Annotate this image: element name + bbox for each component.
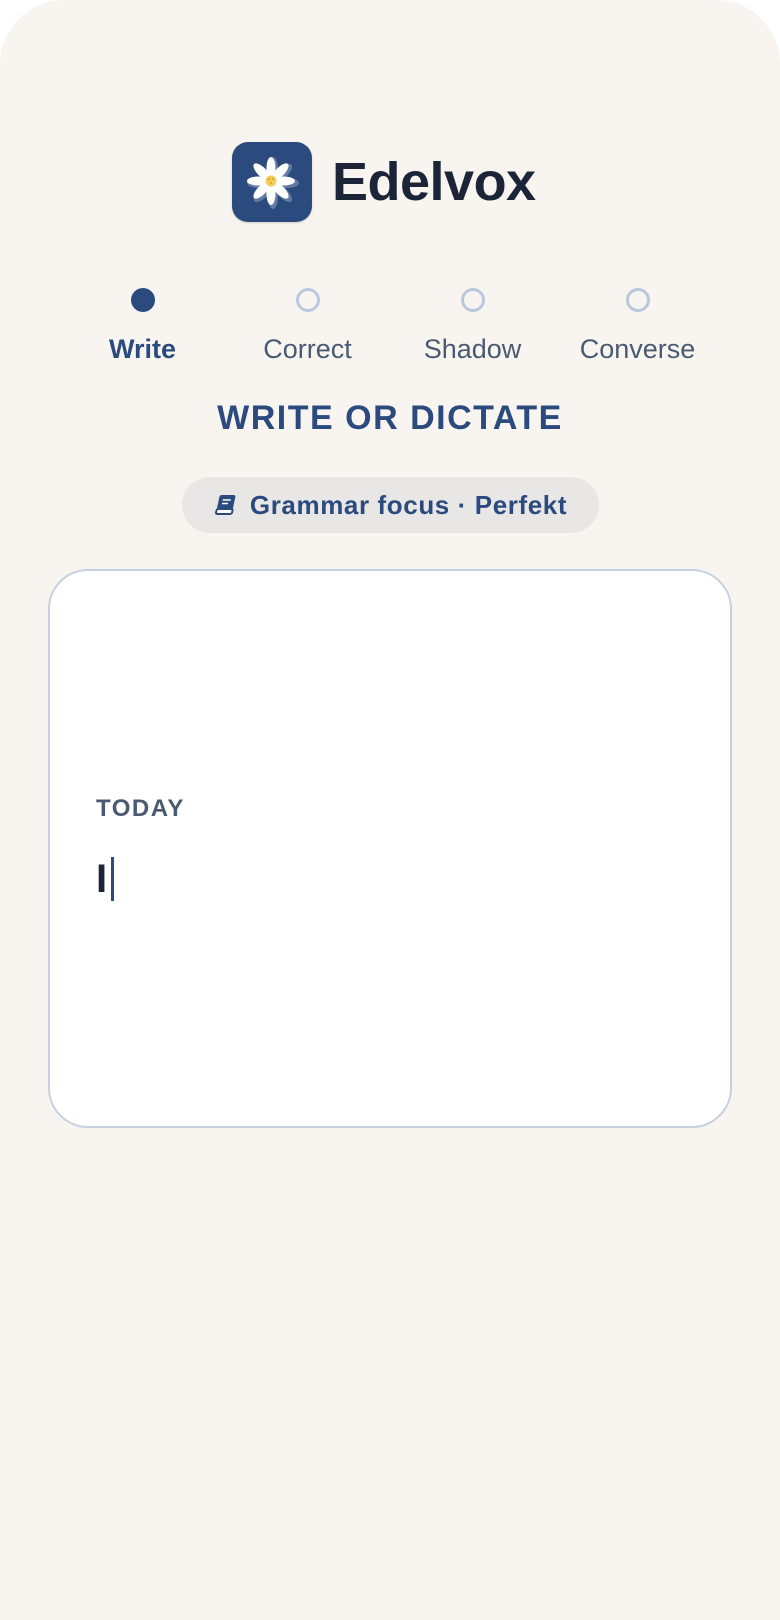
grammar-focus-label: Grammar focus · Perfekt <box>249 489 568 520</box>
step-converse[interactable]: Converse <box>555 288 720 363</box>
entry-text-input[interactable]: I <box>96 857 115 901</box>
book-icon <box>214 494 238 516</box>
journal-entry-editor[interactable]: TODAY I <box>48 569 732 1128</box>
step-shadow[interactable]: Shadow <box>390 288 555 363</box>
step-indicator <box>295 288 320 312</box>
step-label: Correct <box>263 334 352 364</box>
step-indicator-active <box>130 288 155 312</box>
step-write[interactable]: Write <box>60 288 225 363</box>
section-title: WRITE OR DICTATE <box>217 399 563 437</box>
edelweiss-flower-icon <box>232 142 312 222</box>
step-label: Converse <box>579 334 696 364</box>
step-indicator <box>625 288 650 312</box>
app-name: Edelvox <box>332 152 536 212</box>
step-label: Shadow <box>423 334 522 364</box>
entry-text: I <box>96 857 108 901</box>
step-label: Write <box>108 334 176 364</box>
text-caret <box>111 857 115 901</box>
app-screen: Edelvox Write Correct Shadow Converse WR… <box>0 0 780 1620</box>
progress-stepper: Write Correct Shadow Converse <box>60 288 720 363</box>
grammar-focus-pill[interactable]: Grammar focus · Perfekt <box>182 477 599 533</box>
entry-date-label: TODAY <box>96 795 185 822</box>
app-header: Edelvox <box>232 142 536 222</box>
step-correct[interactable]: Correct <box>225 288 390 363</box>
step-indicator <box>460 288 485 312</box>
